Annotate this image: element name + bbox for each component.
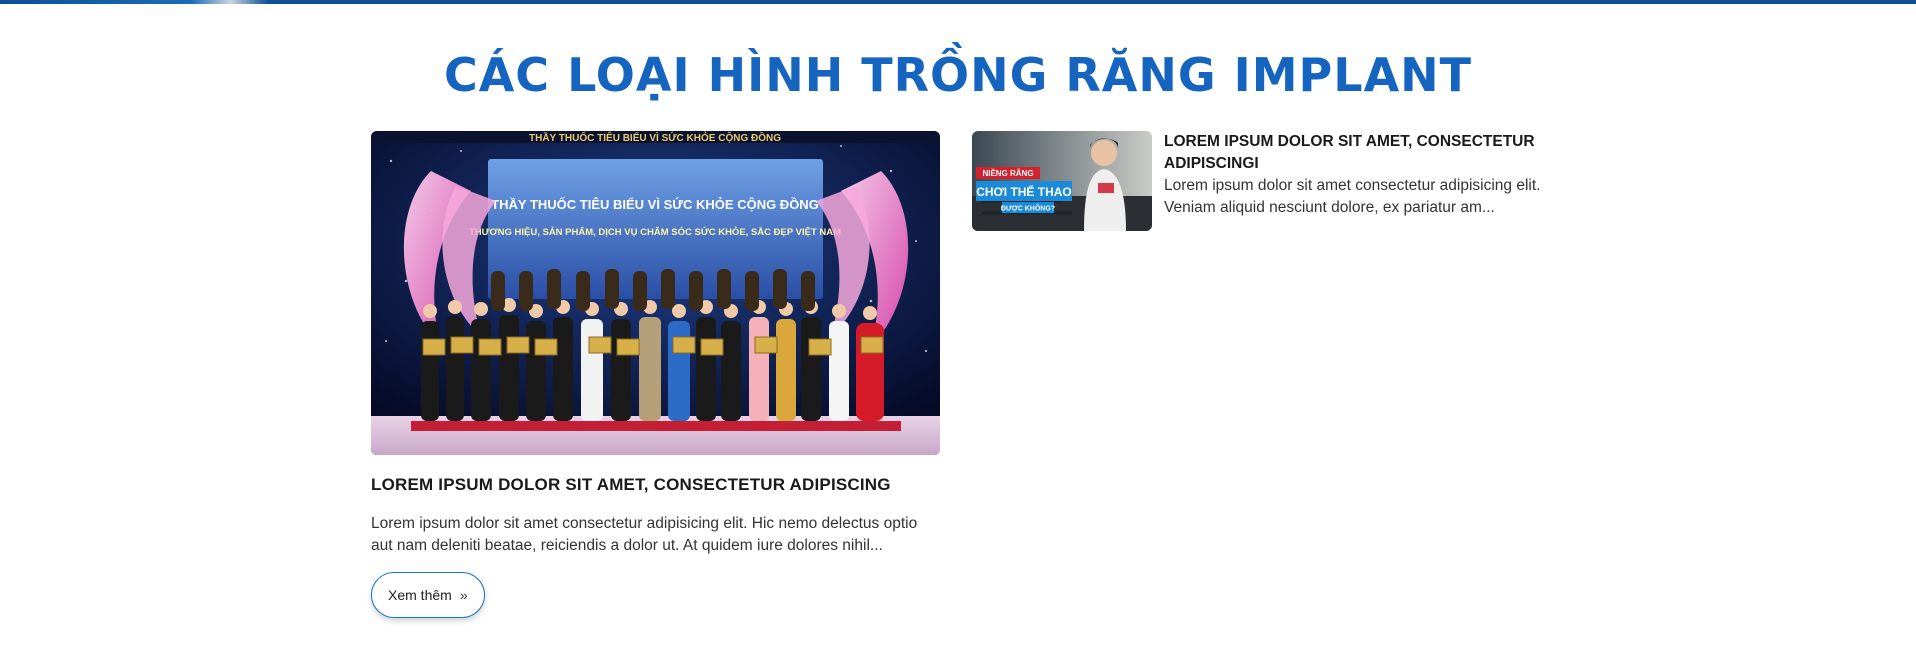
- read-more-label: Xem thêm: [388, 587, 452, 603]
- featured-excerpt: Lorem ipsum dolor sit amet consectetur a…: [371, 515, 918, 554]
- side-article-title[interactable]: LOREM IPSUM DOLOR SIT AMET, CONSECTETUR …: [1164, 131, 1544, 175]
- featured-banner-line2: THƯƠNG HIỆU, SẢN PHẨM, DỊCH VỤ CHĂM SÓC …: [469, 226, 841, 238]
- thumb-tag-3: ĐƯỢC KHÔNG?: [1001, 204, 1055, 213]
- side-article-thumbnail[interactable]: NIỀNG RĂNG CHƠI THỂ THAO ĐƯỢC KHÔNG?: [972, 131, 1152, 231]
- read-more-button[interactable]: Xem thêm »: [371, 572, 485, 618]
- double-chevron-right-icon: »: [459, 587, 468, 603]
- top-accent-bar: [0, 0, 1916, 4]
- featured-top-banner-text: THẦY THUỐC TIÊU BIỂU VÌ SỨC KHỎE CỘNG ĐỒ…: [529, 131, 781, 144]
- section-title: Các loại hình trồng răng implant: [443, 48, 1473, 102]
- side-article: NIỀNG RĂNG CHƠI THỂ THAO ĐƯỢC KHÔNG? LOR…: [972, 131, 1552, 231]
- thumb-tag-2: CHƠI THỂ THAO: [976, 184, 1072, 199]
- side-article-text: LOREM IPSUM DOLOR SIT AMET, CONSECTETUR …: [1164, 131, 1544, 231]
- featured-banner-line1: THẦY THUỐC TIÊU BIỂU VÌ SỨC KHỎE CỘNG ĐỒ…: [491, 197, 819, 212]
- featured-image[interactable]: THẦY THUỐC TIÊU BIỂU VÌ SỨC KHỎE CỘNG ĐỒ…: [371, 131, 940, 455]
- featured-article: THẦY THUỐC TIÊU BIỂU VÌ SỨC KHỎE CỘNG ĐỒ…: [371, 131, 940, 618]
- side-article-excerpt: Lorem ipsum dolor sit amet consectetur a…: [1164, 177, 1541, 216]
- featured-title[interactable]: LOREM IPSUM DOLOR SIT AMET, CONSECTETUR …: [371, 475, 940, 495]
- thumb-tag-1: NIỀNG RĂNG: [982, 168, 1033, 178]
